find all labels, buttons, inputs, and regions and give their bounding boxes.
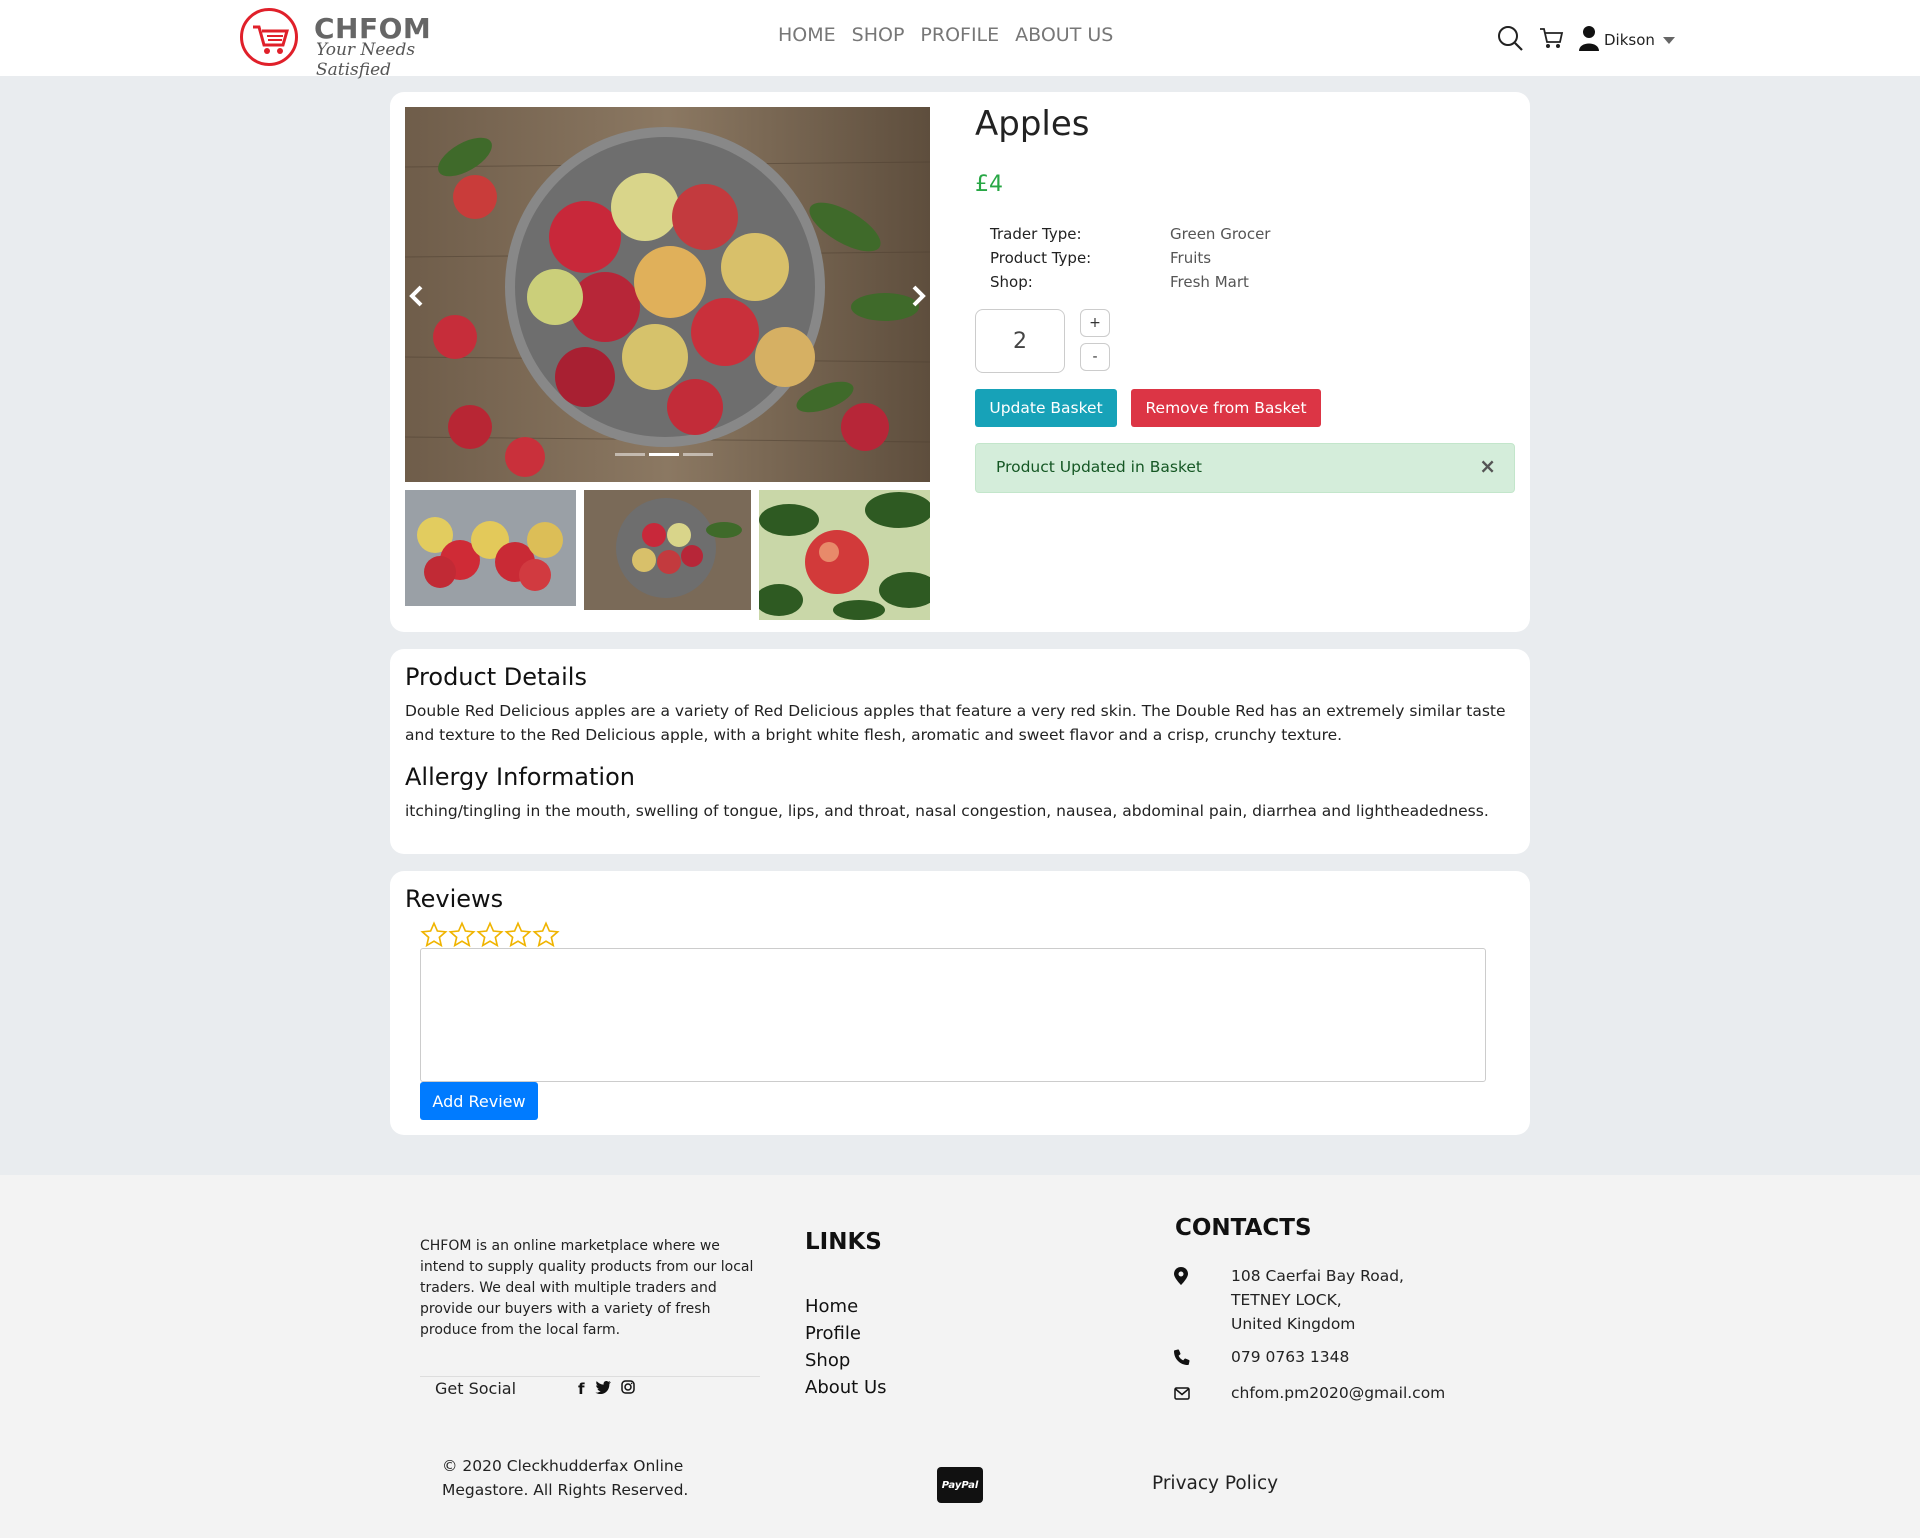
nav-home[interactable]: HOME — [778, 24, 836, 46]
user-icon — [1578, 25, 1600, 55]
footer: CHFOM is an online marketplace where we … — [0, 1175, 1920, 1538]
reviews-heading: Reviews — [405, 885, 504, 913]
cart-icon[interactable] — [1538, 25, 1564, 55]
footer-links: Home Profile Shop About Us — [805, 1293, 887, 1401]
carousel-indicator[interactable] — [683, 453, 713, 456]
footer-link-shop[interactable]: Shop — [805, 1347, 887, 1374]
footer-about: CHFOM is an online marketplace where we … — [420, 1238, 754, 1338]
get-social-label: Get Social — [435, 1379, 517, 1398]
nav-about-us[interactable]: ABOUT US — [1015, 24, 1113, 46]
quantity-input[interactable]: 2 — [975, 309, 1065, 373]
reviews-card: Reviews Add Review — [390, 871, 1530, 1135]
info-row-trader-type: Trader Type: Green Grocer — [990, 222, 1270, 246]
user-menu[interactable]: Dikson — [1578, 25, 1675, 55]
quantity-decrement-button[interactable]: - — [1080, 343, 1110, 371]
footer-link-about-us[interactable]: About Us — [805, 1374, 887, 1401]
navbar: CHFOM Your Needs Satisfied HOME SHOP PRO… — [0, 0, 1920, 80]
instagram-icon[interactable] — [620, 1380, 635, 1398]
product-info: Trader Type: Green Grocer Product Type: … — [990, 222, 1270, 294]
envelope-icon — [1174, 1386, 1190, 1404]
allergy-heading: Allergy Information — [405, 763, 635, 791]
carousel-prev-icon[interactable] — [409, 285, 425, 311]
product-carousel[interactable] — [405, 107, 930, 482]
alert-message: Product Updated in Basket — [996, 458, 1202, 476]
star-icon[interactable] — [476, 921, 504, 949]
info-row-product-type: Product Type: Fruits — [990, 246, 1270, 270]
main-nav: HOME SHOP PROFILE ABOUT US — [778, 24, 1129, 46]
info-value: Fresh Mart — [1170, 273, 1249, 291]
review-textarea[interactable] — [420, 948, 1486, 1082]
nav-profile[interactable]: PROFILE — [920, 24, 999, 46]
info-label: Shop: — [990, 273, 1033, 291]
product-title: Apples — [975, 104, 1090, 144]
contacts-heading: CONTACTS — [1175, 1215, 1312, 1241]
footer-divider — [420, 1376, 760, 1377]
info-label: Trader Type: — [990, 225, 1082, 243]
allergy-text: itching/tingling in the mouth, swelling … — [405, 802, 1489, 820]
nav-shop[interactable]: SHOP — [852, 24, 905, 46]
address-line: 108 Caerfai Bay Road, — [1231, 1267, 1404, 1285]
user-name: Dikson — [1604, 31, 1655, 49]
logo-cart-icon — [240, 8, 298, 66]
alert-close-icon[interactable]: × — [1479, 454, 1496, 478]
carousel-indicator[interactable] — [615, 453, 645, 456]
footer-link-profile[interactable]: Profile — [805, 1320, 887, 1347]
social-icons: f — [578, 1380, 635, 1398]
address-line: United Kingdom — [1231, 1315, 1356, 1333]
caret-down-icon — [1662, 36, 1675, 44]
quantity-increment-button[interactable]: + — [1080, 309, 1110, 337]
carousel-indicator[interactable] — [649, 453, 679, 456]
star-icon[interactable] — [448, 921, 476, 949]
update-basket-button[interactable]: Update Basket — [975, 389, 1117, 427]
logo-tagline: Your Needs Satisfied — [316, 40, 416, 80]
contact-email[interactable]: chfom.pm2020@gmail.com — [1231, 1381, 1445, 1405]
add-review-button[interactable]: Add Review — [420, 1082, 538, 1120]
facebook-icon[interactable]: f — [578, 1380, 585, 1398]
product-details-text: Double Red Delicious apples are a variet… — [405, 702, 1506, 744]
phone-icon — [1174, 1349, 1190, 1369]
thumbnail-3[interactable] — [759, 490, 930, 620]
info-value: Green Grocer — [1170, 225, 1271, 243]
info-label: Product Type: — [990, 249, 1092, 267]
links-heading: LINKS — [805, 1229, 882, 1255]
rating-stars — [420, 921, 560, 949]
product-details-heading: Product Details — [405, 663, 587, 691]
product-price: £4 — [975, 172, 1003, 197]
search-icon[interactable] — [1496, 24, 1524, 56]
star-icon[interactable] — [504, 921, 532, 949]
footer-link-home[interactable]: Home — [805, 1293, 887, 1320]
thumbnail-row — [405, 490, 930, 620]
address-line: TETNEY LOCK, — [1231, 1291, 1342, 1309]
privacy-policy-link[interactable]: Privacy Policy — [1152, 1473, 1278, 1494]
star-icon[interactable] — [420, 921, 448, 949]
carousel-next-icon[interactable] — [910, 285, 926, 311]
contact-phone[interactable]: 079 0763 1348 — [1231, 1345, 1349, 1369]
contact-address: 108 Caerfai Bay Road, TETNEY LOCK, Unite… — [1231, 1264, 1404, 1336]
twitter-icon[interactable] — [594, 1380, 611, 1398]
info-row-shop: Shop: Fresh Mart — [990, 270, 1270, 294]
carousel-indicators — [615, 453, 713, 456]
product-details-card: Product Details Double Red Delicious app… — [390, 649, 1530, 854]
nav-actions: Dikson — [1496, 24, 1675, 56]
thumbnail-2[interactable] — [584, 490, 751, 610]
info-value: Fruits — [1170, 249, 1212, 267]
copyright: © 2020 Cleckhudderfax Online Megastore. … — [442, 1457, 689, 1499]
paypal-logo: PayPal — [937, 1467, 983, 1503]
location-icon — [1174, 1267, 1188, 1289]
logo[interactable]: CHFOM Your Needs Satisfied — [238, 6, 468, 80]
product-card: Apples £4 Trader Type: Green Grocer Prod… — [390, 92, 1530, 632]
success-alert: Product Updated in Basket × — [975, 443, 1515, 493]
remove-from-basket-button[interactable]: Remove from Basket — [1131, 389, 1321, 427]
star-icon[interactable] — [532, 921, 560, 949]
thumbnail-1[interactable] — [405, 490, 576, 606]
